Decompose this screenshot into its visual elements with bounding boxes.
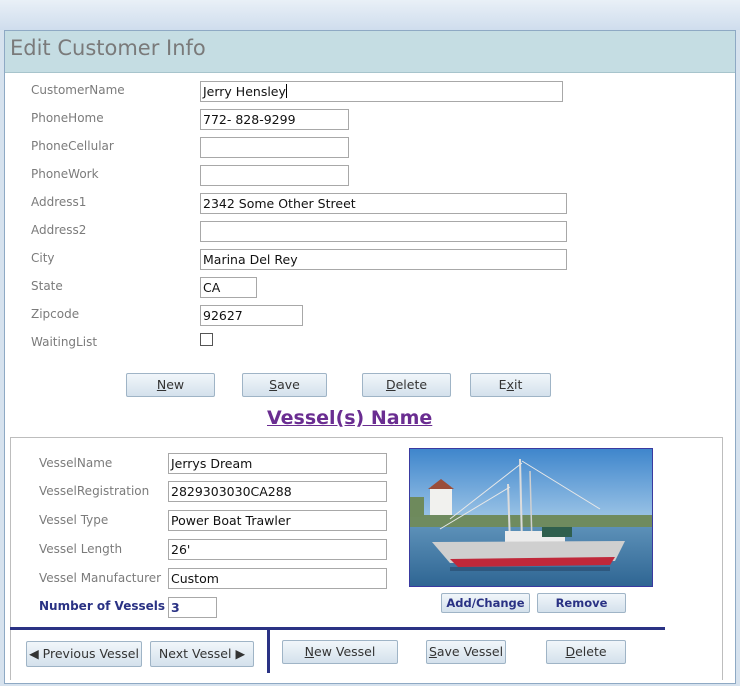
phone-home-label: PhoneHome <box>31 111 104 125</box>
form-header: Edit Customer Info <box>5 31 735 73</box>
new-button[interactable]: New <box>126 373 215 397</box>
address2-field[interactable] <box>200 221 567 242</box>
exit-button[interactable]: Exit <box>470 373 551 397</box>
phone-work-field[interactable] <box>200 165 349 186</box>
phone-cellular-label: PhoneCellular <box>31 139 114 153</box>
waiting-list-label: WaitingList <box>31 335 98 349</box>
boat-photo-image <box>410 449 652 586</box>
vessel-nav-divider <box>10 627 665 630</box>
vessel-section-heading: Vessel(s) Name <box>267 407 433 429</box>
left-arrow-icon: ◀ <box>29 646 39 661</box>
city-field[interactable]: Marina Del Rey <box>200 249 567 270</box>
add-change-photo-button[interactable]: Add/Change <box>441 593 530 613</box>
vessel-registration-label: VesselRegistration <box>39 484 150 498</box>
vessel-length-field[interactable]: 26' <box>168 539 387 560</box>
vessel-name-field[interactable]: Jerrys Dream <box>168 453 387 474</box>
address1-label: Address1 <box>31 195 87 209</box>
vessel-length-label: Vessel Length <box>39 542 123 556</box>
vessel-manufacturer-field[interactable]: Custom <box>168 568 387 589</box>
address2-label: Address2 <box>31 223 87 237</box>
customer-name-field[interactable]: Jerry Hensley <box>200 81 563 102</box>
previous-vessel-button[interactable]: ◀ Previous Vessel <box>26 641 142 667</box>
next-vessel-button[interactable]: Next Vessel ▶ <box>150 641 254 667</box>
phone-cellular-field[interactable] <box>200 137 349 158</box>
delete-vessel-button[interactable]: Delete <box>546 640 626 664</box>
waiting-list-checkbox[interactable] <box>200 333 213 346</box>
city-label: City <box>31 251 55 265</box>
delete-button[interactable]: Delete <box>362 373 451 397</box>
state-label: State <box>31 279 63 293</box>
vessel-type-field[interactable]: Power Boat Trawler <box>168 510 387 531</box>
number-of-vessels-field[interactable]: 3 <box>168 597 217 618</box>
vessel-registration-field[interactable]: 2829303030CA288 <box>168 481 387 502</box>
vessel-name-label: VesselName <box>39 456 113 470</box>
save-vessel-button[interactable]: Save Vessel <box>426 640 506 664</box>
vessel-photo <box>409 448 653 587</box>
vessel-nav-separator <box>267 627 270 673</box>
form-title: Edit Customer Info <box>10 36 206 60</box>
save-button[interactable]: Save <box>242 373 327 397</box>
phone-home-field[interactable]: 772- 828-9299 <box>200 109 349 130</box>
customer-name-label: CustomerName <box>31 83 125 97</box>
text-caret <box>285 84 287 98</box>
address1-field[interactable]: 2342 Some Other Street <box>200 193 567 214</box>
right-arrow-icon: ▶ <box>235 646 246 661</box>
edit-customer-form: Edit Customer Info CustomerName Jerry He… <box>4 30 736 684</box>
vessel-type-label: Vessel Type <box>39 513 109 527</box>
vessel-manufacturer-label: Vessel Manufacturer <box>39 571 162 585</box>
zipcode-label: Zipcode <box>31 307 80 321</box>
new-vessel-button[interactable]: New Vessel <box>282 640 398 664</box>
title-bar-area <box>0 0 740 30</box>
zipcode-field[interactable]: 92627 <box>200 305 303 326</box>
state-field[interactable]: CA <box>200 277 257 298</box>
phone-work-label: PhoneWork <box>31 167 99 181</box>
remove-photo-button[interactable]: Remove <box>537 593 626 613</box>
number-of-vessels-label: Number of Vessels <box>39 599 166 613</box>
